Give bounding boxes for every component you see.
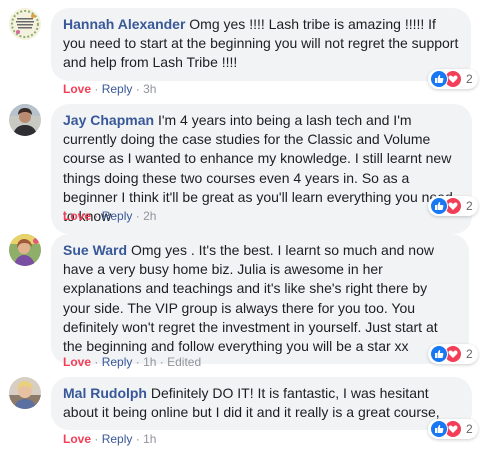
like-icon: [430, 345, 448, 363]
reply-button[interactable]: Reply: [102, 209, 133, 223]
reaction-count: 2: [466, 72, 473, 86]
comment-author[interactable]: Mal Rudolph: [63, 385, 147, 401]
comment-bubble: Sue Ward Omg yes . It's the best. I lear…: [51, 234, 469, 365]
timestamp[interactable]: 1h: [143, 432, 156, 446]
comment-text: Omg yes . It's the best. I learnt so muc…: [63, 242, 438, 355]
separator: ·: [94, 355, 102, 369]
like-icon: [430, 70, 448, 88]
reaction-summary[interactable]: 2: [428, 419, 478, 439]
reaction-count: 2: [466, 422, 473, 436]
reaction-summary[interactable]: 2: [428, 69, 478, 89]
reply-button[interactable]: Reply: [102, 355, 133, 369]
comment-bubble: Mal Rudolph Definitely DO IT! It is fant…: [51, 377, 472, 431]
separator: ·: [94, 82, 102, 96]
separator: ·: [135, 209, 144, 223]
reaction-summary[interactable]: 2: [428, 196, 478, 216]
love-button[interactable]: Love: [63, 82, 91, 96]
separator: ·: [135, 355, 144, 369]
avatar[interactable]: [9, 377, 41, 409]
reply-button[interactable]: Reply: [102, 432, 133, 446]
edited-label[interactable]: Edited: [167, 355, 201, 369]
comment-bubble: Hannah Alexander Omg yes !!!! Lash tribe…: [51, 8, 471, 81]
comment-actions: Love · Reply · 3h: [63, 81, 156, 97]
love-button[interactable]: Love: [63, 432, 91, 446]
like-icon: [430, 420, 448, 438]
reaction-summary[interactable]: 2: [428, 344, 478, 364]
comment-actions: Love · Reply · 1h: [63, 431, 156, 447]
separator: ·: [94, 432, 102, 446]
love-button[interactable]: Love: [63, 355, 91, 369]
avatar[interactable]: [9, 234, 41, 266]
like-icon: [430, 197, 448, 215]
timestamp[interactable]: 1h: [143, 355, 156, 369]
comment-actions: Love · Reply · 1h · Edited: [63, 354, 201, 370]
timestamp[interactable]: 3h: [143, 82, 156, 96]
comment-actions: Love · Reply · 2h: [63, 208, 156, 224]
avatar[interactable]: [9, 8, 41, 40]
reply-button[interactable]: Reply: [102, 82, 133, 96]
reaction-count: 2: [466, 199, 473, 213]
separator: ·: [94, 209, 102, 223]
reaction-count: 2: [466, 347, 473, 361]
timestamp[interactable]: 2h: [143, 209, 156, 223]
comment-author[interactable]: Jay Chapman: [63, 112, 154, 128]
love-button[interactable]: Love: [63, 209, 91, 223]
comment-author[interactable]: Sue Ward: [63, 242, 127, 258]
avatar[interactable]: [9, 104, 41, 136]
comment-author[interactable]: Hannah Alexander: [63, 16, 185, 32]
separator: ·: [135, 432, 144, 446]
separator: ·: [135, 82, 144, 96]
